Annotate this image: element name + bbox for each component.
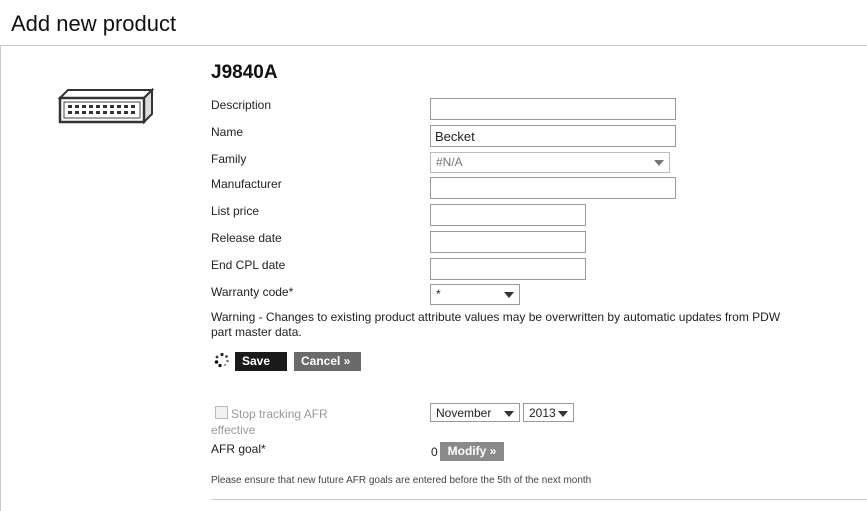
save-button[interactable]: Save » <box>235 352 287 387</box>
stop-tracking-afr[interactable]: Stop tracking AFR effective <box>211 406 351 438</box>
release-date-field[interactable] <box>430 231 586 253</box>
cancel-button[interactable]: Cancel » <box>294 352 361 371</box>
list-price-label: List price <box>211 204 260 218</box>
family-value: #N/A <box>436 155 463 169</box>
family-select[interactable]: #N/A <box>430 152 670 173</box>
release-date-label: Release date <box>211 231 282 245</box>
name-field[interactable] <box>430 125 676 147</box>
afr-goal-note: Please ensure that new future AFR goals … <box>211 475 592 486</box>
afr-year-select[interactable]: 2013 <box>523 403 574 422</box>
warranty-code-select[interactable]: * <box>430 284 520 305</box>
loading-spinner-icon <box>214 352 229 368</box>
warranty-code-label: Warranty code* <box>211 285 294 299</box>
afr-month-value: November <box>436 406 492 420</box>
manufacturer-label: Manufacturer <box>211 177 282 191</box>
end-cpl-date-label: End CPL date <box>211 258 286 272</box>
manufacturer-field[interactable] <box>430 177 676 199</box>
description-field[interactable] <box>430 98 676 120</box>
stop-tracking-label: Stop tracking AFR <box>231 407 328 421</box>
warranty-code-value: * <box>436 287 441 301</box>
page-title: Add new product <box>11 11 177 36</box>
stop-tracking-checkbox[interactable] <box>215 406 228 419</box>
chevron-down-icon <box>654 160 664 166</box>
end-cpl-date-field[interactable] <box>430 258 586 280</box>
network-switch-icon <box>58 88 154 124</box>
chevron-down-icon <box>504 292 514 298</box>
warning-message: Warning - Changes to existing product at… <box>211 310 781 339</box>
afr-goal-value: 0 <box>431 445 438 459</box>
chevron-down-icon <box>504 411 514 417</box>
afr-year-value: 2013 <box>529 406 556 420</box>
left-border <box>0 45 1 511</box>
effective-label: effective <box>211 423 256 437</box>
name-label: Name <box>211 125 244 139</box>
afr-goal-label: AFR goal* <box>211 442 266 456</box>
bottom-divider <box>211 499 867 500</box>
product-id: J9840A <box>211 62 278 83</box>
title-divider <box>0 45 867 46</box>
description-label: Description <box>211 98 272 112</box>
afr-month-select[interactable]: November <box>430 403 520 422</box>
chevron-down-icon <box>558 411 568 417</box>
modify-button[interactable]: Modify » <box>440 442 504 461</box>
family-label: Family <box>211 152 247 166</box>
list-price-field[interactable] <box>430 204 586 226</box>
